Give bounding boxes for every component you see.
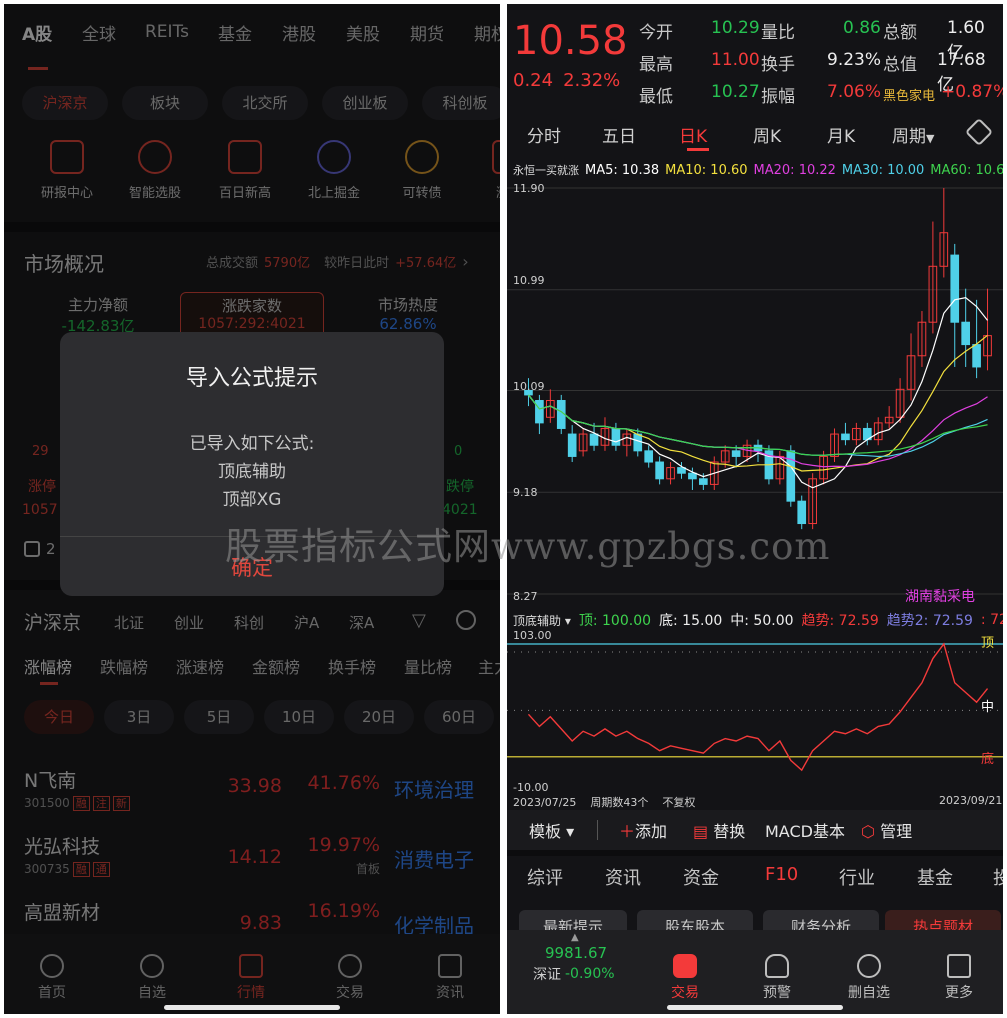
home-indicator — [667, 1005, 843, 1010]
caret-up-icon: ▲ — [571, 932, 579, 943]
tab-monthly-k[interactable]: 月K — [827, 122, 855, 147]
trend-line — [527, 642, 989, 772]
caret-down-icon: ▼ — [926, 132, 935, 145]
y-label-low: 8.27 — [513, 590, 538, 603]
current-price: 10.58 — [513, 18, 628, 64]
info-tab-summary[interactable]: 综评 — [527, 864, 563, 890]
macd-button[interactable]: MACD基本 — [765, 818, 845, 842]
index-value: 9981.67 — [545, 944, 608, 962]
ind-y-top: 103.00 — [513, 629, 552, 642]
candle-body — [950, 254, 960, 323]
info-tab-fund[interactable]: 基金 — [917, 864, 953, 890]
add-button[interactable]: ＋添加 — [619, 818, 667, 842]
info-tab-industry[interactable]: 行业 — [839, 864, 875, 890]
manage-button[interactable]: ⬡ 管理 — [861, 818, 912, 842]
settings-icon[interactable] — [964, 117, 994, 147]
indicator-header: 顶底辅助 ▾ 顶: 100.00 底: 15.00 中: 50.00 趋势: 7… — [513, 612, 1003, 629]
candle-body — [633, 433, 643, 452]
candle-body — [611, 427, 621, 446]
indicator-chart[interactable] — [507, 630, 1003, 800]
tab-period[interactable]: 周期▼ — [892, 122, 934, 147]
candle-body — [699, 478, 708, 485]
nav-alert[interactable]: 预警 — [737, 954, 817, 1002]
candle-body — [961, 321, 971, 346]
dialog-body: 已导入如下公式: 顶底辅助 顶部XG — [189, 434, 315, 510]
price-change: 0.24 2.32% — [513, 70, 621, 91]
mark-mid: 中 — [981, 700, 995, 715]
bottom-bar: ▲ 9981.67 深证 -0.90% 交易 预警 删自选 更多 — [507, 930, 1003, 1014]
candle-body — [731, 450, 741, 457]
mark-top: 顶 — [981, 636, 995, 651]
brand-tag: 湖南黏采电 — [905, 589, 975, 605]
candle-body — [841, 433, 850, 441]
left-screen: A股 全球 REITs 基金 港股 美股 期货 期权 沪深京 板块 北交所 创业… — [4, 4, 500, 1014]
tab-daily-k[interactable]: 日K — [679, 122, 707, 147]
nav-more[interactable]: 更多 — [919, 954, 999, 1002]
y-label: 10.09 — [513, 380, 545, 393]
bell-icon — [765, 954, 789, 978]
trade-icon — [673, 954, 697, 978]
quote-grid: 今开 10.29 量比 0.86 总额 1.60亿 最高 11.00 换手 9.… — [639, 18, 1003, 107]
y-label: 10.99 — [513, 274, 545, 287]
nav-remove-watch[interactable]: 删自选 — [829, 954, 909, 1002]
date-end: 2023/09/21 — [939, 794, 1003, 807]
info-tab-news[interactable]: 资讯 — [605, 864, 641, 890]
replace-icon: ▤ — [693, 822, 709, 841]
candle-body — [567, 433, 577, 457]
hexagon-icon: ⬡ — [861, 822, 875, 841]
dialog-title: 导入公式提示 — [185, 366, 318, 391]
date-row: 2023/07/25 周期数43个 不复权 — [513, 795, 696, 810]
ind-y-bottom: -10.00 — [513, 781, 549, 794]
template-button[interactable]: 模板 ▾ — [529, 818, 574, 842]
replace-button[interactable]: ▤ 替换 — [693, 818, 745, 842]
candle-body — [688, 472, 697, 480]
candle-body — [655, 461, 664, 480]
plus-icon: ＋ — [619, 822, 636, 841]
candle-body — [644, 450, 654, 463]
info-tab-f10[interactable]: F10 — [765, 864, 798, 885]
indicator-name[interactable]: 顶底辅助 ▾ — [513, 612, 571, 629]
index-change[interactable]: 深证 -0.90% — [533, 964, 615, 984]
info-tab-more[interactable]: 投 — [993, 864, 1003, 890]
mark-bottom: 底 — [981, 752, 995, 767]
nav-trade[interactable]: 交易 — [645, 954, 725, 1002]
right-screen: 10.58 0.24 2.32% 今开 10.29 量比 0.86 总额 1.6… — [507, 4, 1003, 1014]
watermark: 股票指标公式网www.gpzbgs.com — [225, 525, 831, 568]
divider — [507, 850, 1003, 856]
tab-weekly-k[interactable]: 周K — [753, 122, 781, 147]
divider — [597, 820, 598, 840]
home-indicator — [164, 1005, 340, 1010]
tab-indicator — [687, 148, 709, 151]
y-label: 9.18 — [513, 486, 538, 499]
candle-body — [535, 400, 544, 424]
minus-circle-icon — [857, 954, 881, 978]
tab-five-day[interactable]: 五日 — [602, 122, 636, 147]
y-label-high: 11.90 — [513, 182, 545, 195]
candle-body — [589, 433, 599, 446]
candle-body — [972, 344, 981, 368]
tab-intraday[interactable]: 分时 — [527, 122, 561, 147]
indicator-toolbar: 模板 ▾ ＋添加 ▤ 替换 MACD基本 ⬡ 管理 — [507, 810, 1003, 850]
grid-icon — [947, 954, 971, 978]
info-tab-funds[interactable]: 资金 — [683, 864, 719, 890]
